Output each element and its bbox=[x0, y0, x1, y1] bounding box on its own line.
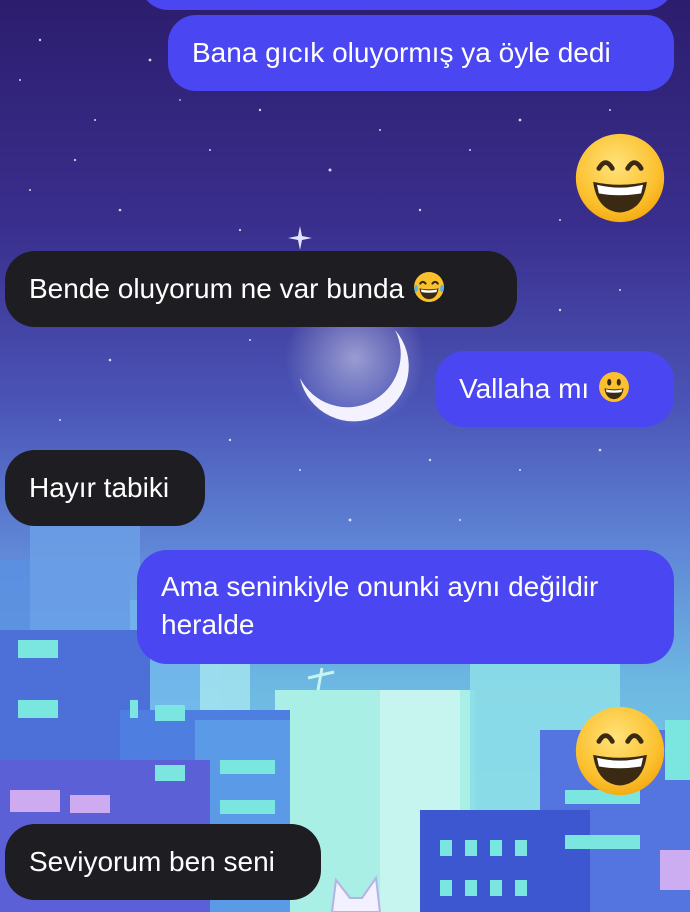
grinning-smiling-eyes-icon bbox=[575, 133, 665, 223]
grinning-big-eyes-icon bbox=[599, 372, 630, 402]
message-bubble-received[interactable]: Hayır tabiki bbox=[5, 450, 205, 526]
message-text: Seviyorum ben seni bbox=[29, 846, 275, 877]
message-bubble-sent[interactable]: Ama seninkiyle onunki aynı değildir hera… bbox=[137, 550, 674, 664]
sent-bubble-clipped[interactable] bbox=[140, 0, 674, 10]
grinning-smiling-eyes-emoji[interactable] bbox=[572, 703, 668, 799]
tears-of-joy-icon bbox=[414, 272, 445, 302]
message-text: Bende oluyorum ne var bunda bbox=[29, 273, 405, 304]
chat-screen: Bana gıcık oluyormış ya öyle dedi Bende … bbox=[0, 0, 690, 912]
grinning-big-eyes-emoji bbox=[597, 370, 631, 404]
grinning-smiling-eyes-icon bbox=[575, 706, 665, 796]
message-bubble-sent[interactable]: Bana gıcık oluyormış ya öyle dedi bbox=[168, 15, 674, 91]
grinning-smiling-eyes-emoji[interactable] bbox=[572, 130, 668, 226]
message-bubble-received[interactable]: Bende oluyorum ne var bunda bbox=[5, 251, 517, 327]
message-bubble-sent[interactable]: Vallaha mı bbox=[435, 351, 674, 427]
message-text: Hayır tabiki bbox=[29, 472, 170, 503]
message-text: Bana gıcık oluyormış ya öyle dedi bbox=[192, 37, 611, 68]
message-text-line-2: heralde bbox=[161, 609, 255, 640]
message-bubble-received[interactable]: Seviyorum ben seni bbox=[5, 824, 321, 900]
tears-of-joy-emoji bbox=[412, 270, 446, 304]
message-text-line-1: Ama seninkiyle onunki aynı değildir bbox=[161, 571, 599, 602]
message-text: Vallaha mı bbox=[459, 373, 590, 404]
cat-ears-decoration bbox=[330, 875, 382, 912]
